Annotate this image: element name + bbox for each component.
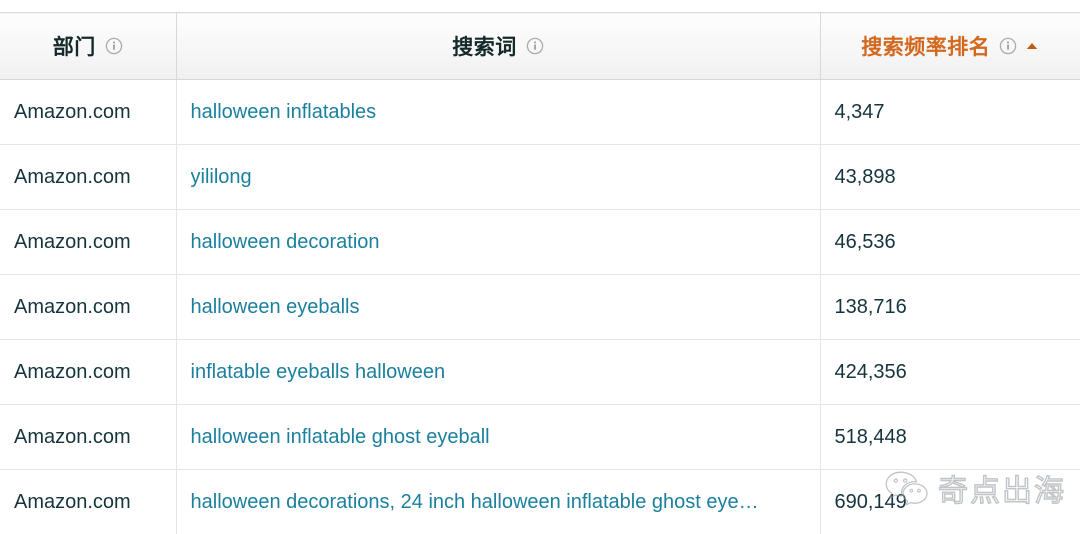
info-icon[interactable] xyxy=(105,37,123,55)
column-header-department[interactable]: 部门 xyxy=(0,12,177,80)
table-body: Amazon.com halloween inflatables 4,347 A… xyxy=(0,79,1080,534)
top-spacer xyxy=(0,0,1080,12)
header-row: 部门 搜索词 搜索频率排名 xyxy=(0,12,1080,80)
cell-search-term: halloween decoration xyxy=(176,209,821,275)
info-icon[interactable] xyxy=(999,37,1017,55)
search-term-link[interactable]: inflatable eyeballs halloween xyxy=(191,361,806,384)
cell-search-frequency-rank: 46,536 xyxy=(820,209,1080,275)
cell-department: Amazon.com xyxy=(0,404,177,470)
cell-search-frequency-rank: 424,356 xyxy=(820,339,1080,405)
info-icon[interactable] xyxy=(526,37,544,55)
column-header-search-term-label: 搜索词 xyxy=(452,36,517,59)
search-term-link[interactable]: halloween inflatable ghost eyeball xyxy=(191,426,806,449)
cell-search-frequency-rank: 4,347 xyxy=(820,79,1080,145)
cell-department: Amazon.com xyxy=(0,274,177,340)
table-row: Amazon.com halloween eyeballs 138,716 xyxy=(0,274,1080,340)
search-term-link[interactable]: halloween eyeballs xyxy=(191,296,806,319)
cell-department: Amazon.com xyxy=(0,79,177,145)
cell-search-frequency-rank: 690,149 xyxy=(820,469,1080,534)
search-terms-table: 部门 搜索词 搜索频率排名 Amazon.com halloween infla… xyxy=(0,12,1080,534)
cell-department: Amazon.com xyxy=(0,469,177,534)
cell-search-term: yililong xyxy=(176,144,821,210)
table-row: Amazon.com halloween inflatable ghost ey… xyxy=(0,404,1080,470)
cell-search-term: inflatable eyeballs halloween xyxy=(176,339,821,405)
cell-search-term: halloween inflatables xyxy=(176,79,821,145)
table-row: Amazon.com inflatable eyeballs halloween… xyxy=(0,339,1080,405)
column-header-search-term[interactable]: 搜索词 xyxy=(176,12,821,80)
sort-ascending-icon[interactable] xyxy=(1025,39,1039,53)
column-header-search-frequency-rank-label: 搜索频率排名 xyxy=(861,36,991,59)
search-term-link[interactable]: yililong xyxy=(191,166,806,189)
table-header: 部门 搜索词 搜索频率排名 xyxy=(0,12,1080,80)
search-term-link[interactable]: halloween decorations, 24 inch halloween… xyxy=(191,491,806,514)
column-header-department-label: 部门 xyxy=(52,36,96,59)
column-header-search-frequency-rank[interactable]: 搜索频率排名 xyxy=(820,12,1080,80)
cell-department: Amazon.com xyxy=(0,209,177,275)
search-term-link[interactable]: halloween decoration xyxy=(191,231,806,254)
cell-department: Amazon.com xyxy=(0,339,177,405)
cell-search-frequency-rank: 43,898 xyxy=(820,144,1080,210)
cell-search-frequency-rank: 138,716 xyxy=(820,274,1080,340)
cell-search-frequency-rank: 518,448 xyxy=(820,404,1080,470)
table-row: Amazon.com halloween decorations, 24 inc… xyxy=(0,469,1080,534)
search-terms-table-page: 部门 搜索词 搜索频率排名 Amazon.com halloween infla… xyxy=(0,0,1080,534)
cell-search-term: halloween inflatable ghost eyeball xyxy=(176,404,821,470)
search-term-link[interactable]: halloween inflatables xyxy=(191,101,806,124)
cell-search-term: halloween decorations, 24 inch halloween… xyxy=(176,469,821,534)
table-row: Amazon.com halloween inflatables 4,347 xyxy=(0,79,1080,145)
cell-department: Amazon.com xyxy=(0,144,177,210)
table-row: Amazon.com halloween decoration 46,536 xyxy=(0,209,1080,275)
table-row: Amazon.com yililong 43,898 xyxy=(0,144,1080,210)
cell-search-term: halloween eyeballs xyxy=(176,274,821,340)
